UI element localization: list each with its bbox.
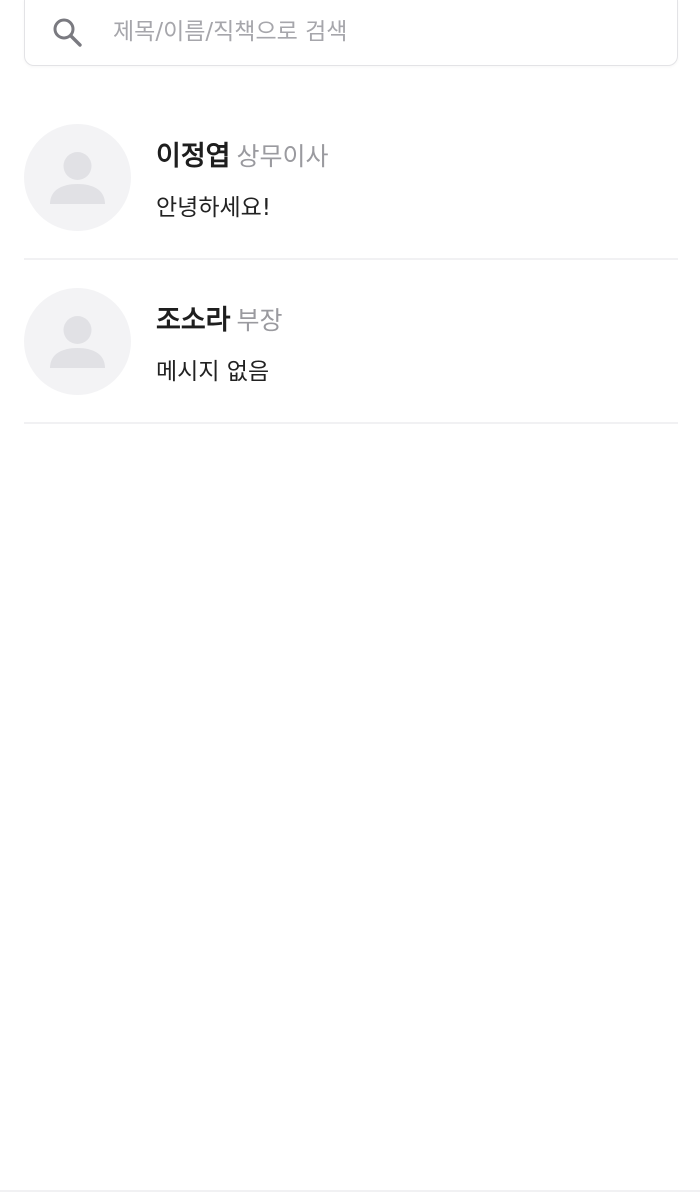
bottom-divider bbox=[0, 1190, 700, 1192]
contact-list: 이정엽 상무이사 안녕하세요! 조소라 부장 메시지 없음 bbox=[24, 96, 678, 424]
contact-name-line: 이정엽 상무이사 bbox=[156, 134, 329, 173]
list-item[interactable]: 조소라 부장 메시지 없음 bbox=[24, 260, 678, 424]
search-input[interactable] bbox=[113, 10, 653, 54]
chat-contact-screen: 이정엽상무이사 안녕하세요! 조소라부장 메시지 없음 bbox=[0, 0, 700, 1200]
contact-title: 부장 bbox=[236, 306, 283, 335]
person-placeholder-icon bbox=[50, 316, 105, 368]
contact-name: 조소라 bbox=[156, 305, 231, 336]
person-placeholder-icon bbox=[50, 152, 105, 204]
search-icon[interactable] bbox=[51, 16, 83, 48]
contact-name: 이정엽 bbox=[156, 141, 231, 172]
contact-title: 상무이사 bbox=[236, 142, 329, 171]
contact-name-line: 조소라 부장 bbox=[156, 298, 283, 337]
avatar[interactable] bbox=[24, 288, 131, 395]
avatar[interactable] bbox=[24, 124, 131, 231]
last-message: 안녕하세요! bbox=[156, 195, 272, 221]
last-message: 메시지 없음 bbox=[156, 359, 270, 385]
list-item[interactable]: 이정엽 상무이사 안녕하세요! bbox=[24, 96, 678, 260]
search-bar[interactable] bbox=[24, 0, 678, 66]
